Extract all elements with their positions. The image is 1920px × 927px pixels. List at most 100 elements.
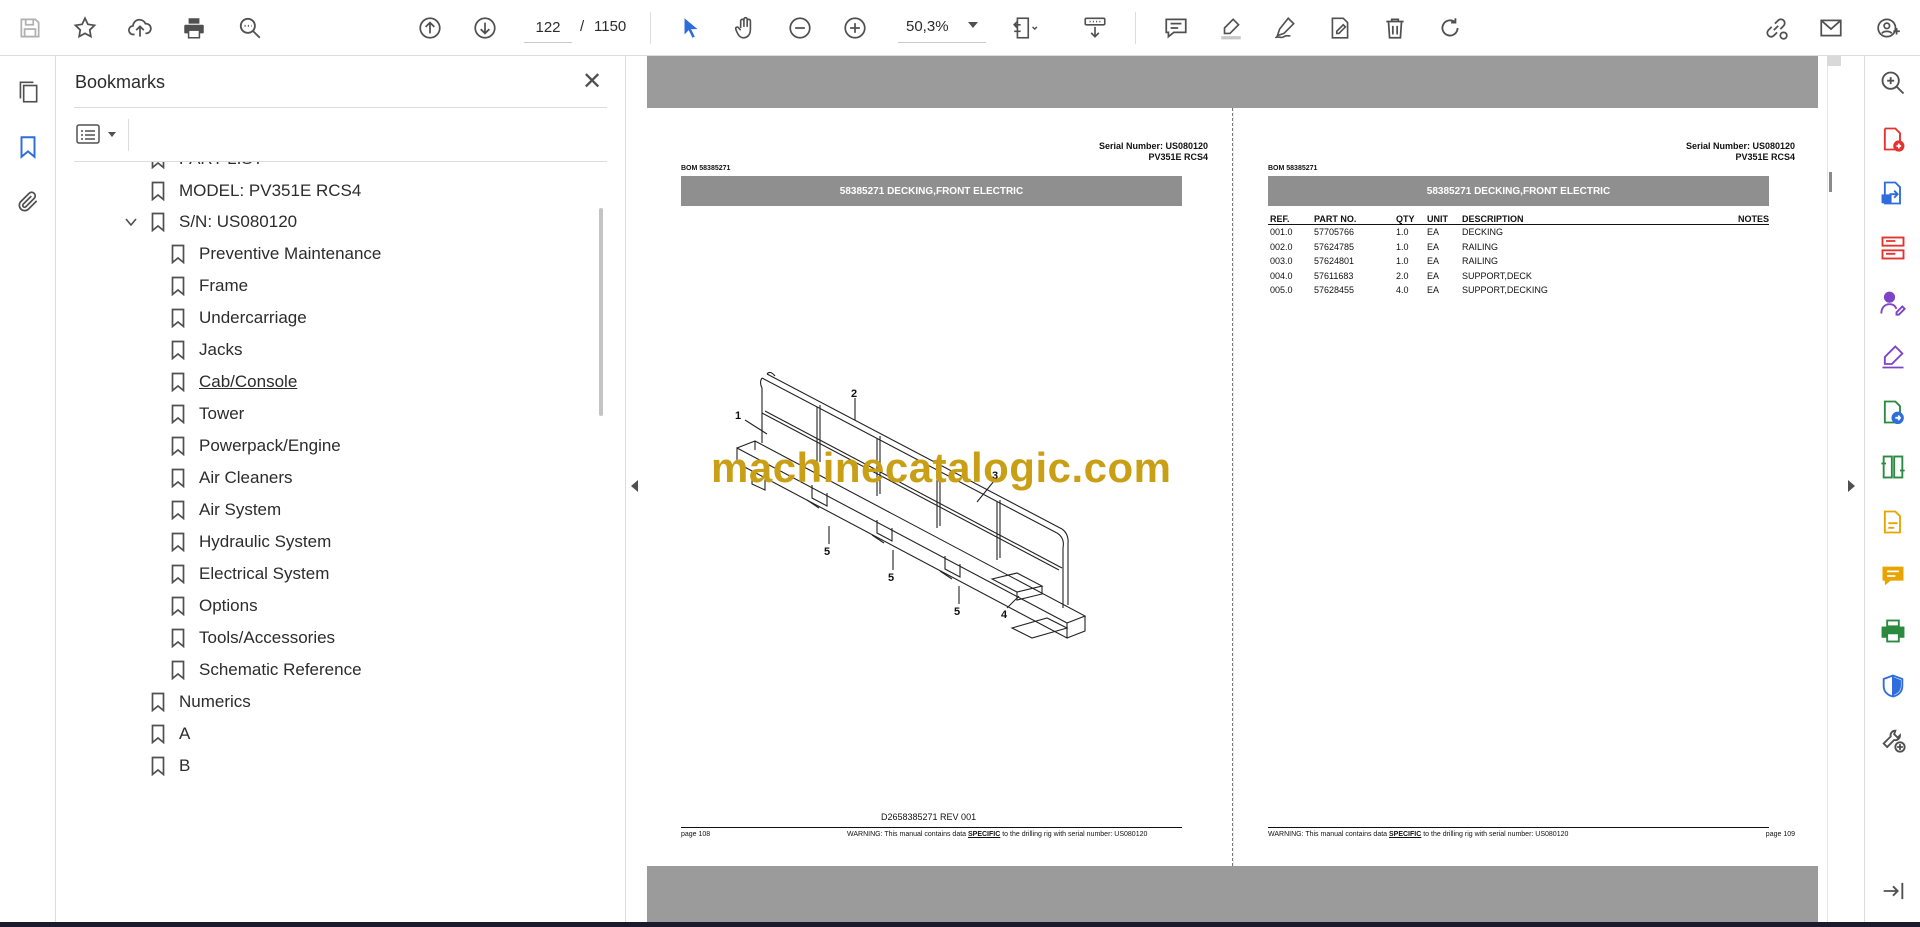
total-pages: 1150 xyxy=(594,18,627,35)
pages-icon[interactable] xyxy=(11,75,45,109)
column-header: QTY xyxy=(1396,214,1415,224)
table-cell: 002.0 xyxy=(1270,241,1293,252)
bookmarks-scrollbar[interactable] xyxy=(599,208,603,416)
bookmark-item[interactable]: Schematic Reference xyxy=(171,655,362,685)
document-canvas[interactable]: Serial Number: US080120 PV351E RCS4 BOM … xyxy=(647,56,1818,922)
select-cursor-icon[interactable] xyxy=(674,11,708,45)
bookmark-item[interactable]: Tools/Accessories xyxy=(171,623,335,653)
zoom-in-icon[interactable] xyxy=(838,11,872,45)
bookmark-item[interactable]: Cab/Console xyxy=(171,367,297,397)
edit-pdf-icon[interactable] xyxy=(1876,505,1910,539)
bookmark-icon[interactable] xyxy=(11,130,45,164)
table-cell: EA xyxy=(1427,270,1440,281)
bookmark-item[interactable]: Air Cleaners xyxy=(171,463,293,493)
collapse-left-panel-icon[interactable] xyxy=(631,480,638,492)
page-up-icon[interactable] xyxy=(413,11,447,45)
search-icon[interactable] xyxy=(233,11,267,45)
zoom-search-icon[interactable] xyxy=(1876,66,1910,100)
highlight-icon[interactable] xyxy=(1214,11,1248,45)
top-toolbar: / 1150 50,3% xyxy=(0,0,1920,56)
page-down-icon[interactable] xyxy=(468,11,502,45)
print-production-icon[interactable] xyxy=(1876,614,1910,648)
account-icon[interactable] xyxy=(1872,11,1906,45)
email-icon[interactable] xyxy=(1814,11,1848,45)
table-cell: 1.0 xyxy=(1396,241,1409,252)
warning-prefix: WARNING: This manual contains data xyxy=(1268,831,1389,838)
bookmark-item[interactable]: Undercarriage xyxy=(171,303,307,333)
request-signature-icon[interactable] xyxy=(1876,286,1910,320)
zoom-value: 50,3% xyxy=(906,18,949,35)
page-number-input[interactable] xyxy=(524,13,572,43)
export-pdf-icon[interactable] xyxy=(1876,176,1910,210)
bookmark-flag-icon xyxy=(171,372,185,393)
bookmark-item[interactable]: Preventive Maintenance xyxy=(171,239,381,269)
save-icon[interactable] xyxy=(13,11,47,45)
bookmark-item[interactable]: S/N: US080120 xyxy=(125,207,297,237)
callout-label: 1 xyxy=(735,410,741,422)
fill-sign-icon[interactable] xyxy=(1323,11,1357,45)
bookmark-label: Air System xyxy=(199,500,282,519)
bookmark-item[interactable]: Powerpack/Engine xyxy=(171,431,341,461)
warning-emphasis: SPECIFIC xyxy=(1389,831,1422,838)
attachment-icon[interactable] xyxy=(11,185,45,219)
zoom-dropdown[interactable]: 50,3% xyxy=(898,13,986,43)
bookmark-item[interactable]: Frame xyxy=(171,271,248,301)
comment-icon[interactable] xyxy=(1159,11,1193,45)
warning-prefix: WARNING: This manual contains data xyxy=(847,831,968,838)
fit-page-icon[interactable] xyxy=(1008,11,1042,45)
chevron-down-icon[interactable] xyxy=(968,22,978,28)
zoom-out-icon[interactable] xyxy=(783,11,817,45)
organize-pages-icon[interactable] xyxy=(1876,231,1910,265)
scroll-mode-icon[interactable] xyxy=(1078,11,1112,45)
bookmark-item[interactable]: Air System xyxy=(171,495,281,525)
section-title-bar: 58385271 DECKING,FRONT ELECTRIC xyxy=(1268,176,1769,206)
rotate-icon[interactable] xyxy=(1433,11,1467,45)
hand-icon[interactable] xyxy=(728,11,762,45)
bookmark-item[interactable]: B xyxy=(151,751,190,781)
chevron-down-icon[interactable] xyxy=(123,214,139,230)
drawing-id: D2658385271 REV 001 xyxy=(881,812,977,822)
comment-panel-icon[interactable] xyxy=(1876,559,1910,593)
document-scroll-thumb[interactable] xyxy=(1829,172,1832,192)
bookmark-item[interactable]: PART LIST xyxy=(151,162,263,174)
expand-panel-icon[interactable] xyxy=(1876,874,1910,908)
upload-icon[interactable] xyxy=(123,11,157,45)
convert-pdf-icon[interactable] xyxy=(1876,395,1910,429)
fill-and-sign-icon[interactable] xyxy=(1876,340,1910,374)
protect-icon[interactable] xyxy=(1876,669,1910,703)
bookmark-item[interactable]: Jacks xyxy=(171,335,242,365)
more-tools-icon[interactable] xyxy=(1876,723,1910,757)
bookmark-options-button[interactable] xyxy=(76,119,120,149)
bookmark-label: Air Cleaners xyxy=(199,468,293,487)
bookmarks-panel: Bookmarks ✕ PART LIST MODEL: PV351E RCS4 S… xyxy=(56,56,626,927)
delete-icon[interactable] xyxy=(1378,11,1412,45)
close-icon[interactable]: ✕ xyxy=(577,66,607,96)
print-icon[interactable] xyxy=(177,11,211,45)
bookmark-item[interactable]: Numerics xyxy=(151,687,251,717)
warning-text: WARNING: This manual contains data SPECI… xyxy=(1268,831,1568,838)
bookmark-item[interactable]: Electrical System xyxy=(171,559,329,589)
bookmark-label: MODEL: PV351E RCS4 xyxy=(179,181,362,200)
section-title: 58385271 DECKING,FRONT ELECTRIC xyxy=(839,185,1024,197)
bookmark-label: PART LIST xyxy=(179,162,263,169)
bookmark-item[interactable]: Hydraulic System xyxy=(171,527,331,557)
scroll-arrow-up[interactable] xyxy=(1827,56,1841,66)
callout-label: 4 xyxy=(1001,609,1008,621)
star-icon[interactable] xyxy=(68,11,102,45)
bookmark-item[interactable]: MODEL: PV351E RCS4 xyxy=(151,176,361,206)
draw-icon[interactable] xyxy=(1268,11,1302,45)
share-link-icon[interactable] xyxy=(1759,11,1793,45)
bookmark-label: Powerpack/Engine xyxy=(199,436,341,455)
table-cell: EA xyxy=(1427,256,1440,266)
create-pdf-icon[interactable] xyxy=(1876,122,1910,156)
bookmark-item[interactable]: Options xyxy=(171,591,258,621)
bookmark-tree: PART LIST MODEL: PV351E RCS4 S/N: US080120… xyxy=(56,162,596,922)
bookmark-item[interactable]: A xyxy=(151,719,190,749)
table-cell: 57628455 xyxy=(1314,285,1355,295)
bookmark-flag-icon xyxy=(151,212,165,233)
table-cell: 1.0 xyxy=(1396,227,1409,237)
collapse-right-panel-icon[interactable] xyxy=(1848,480,1855,492)
bookmark-label: Undercarriage xyxy=(199,308,307,327)
bookmark-item[interactable]: Tower xyxy=(171,399,244,429)
compare-icon[interactable] xyxy=(1876,450,1910,484)
